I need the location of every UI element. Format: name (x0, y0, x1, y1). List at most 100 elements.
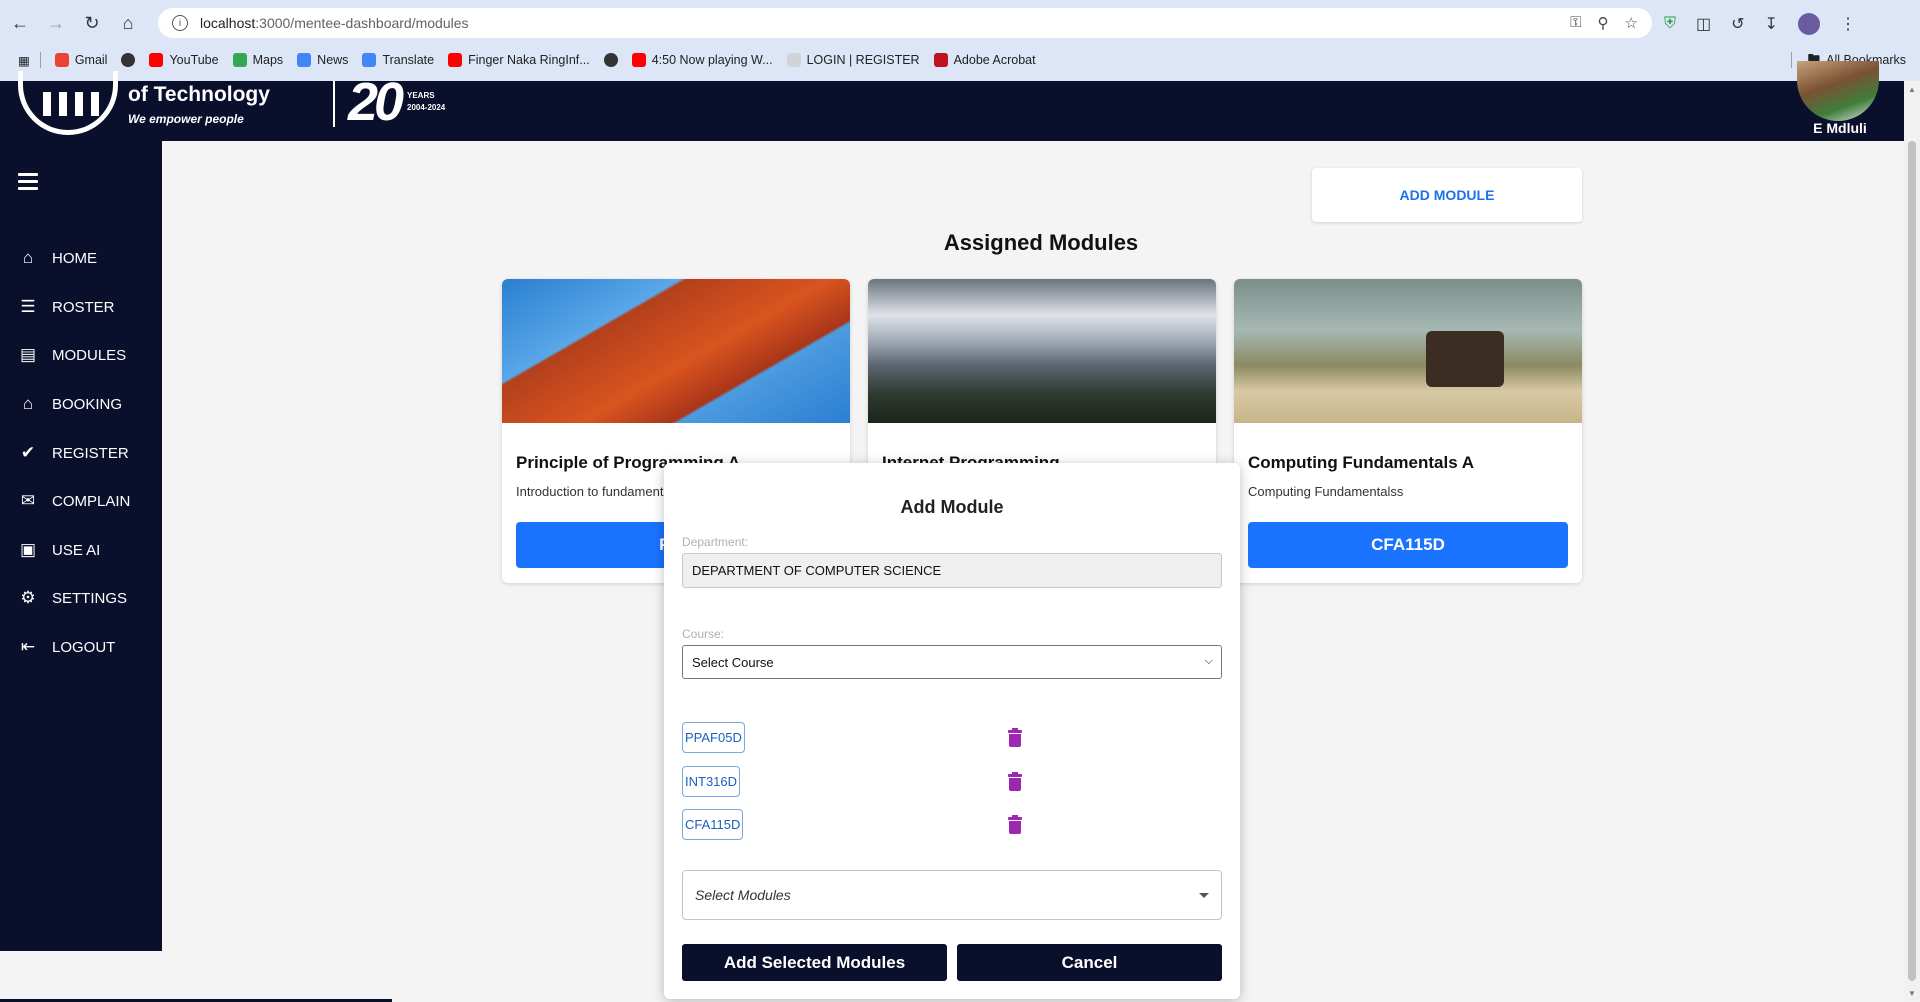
bookmark-separator (39, 52, 41, 68)
history-icon[interactable]: ↺ (1731, 14, 1744, 34)
module-title: Computing Fundamentals A (1248, 453, 1475, 472)
module-image (1234, 279, 1582, 423)
globe-icon (121, 53, 136, 67)
dialog-title: Add Module (900, 497, 1004, 517)
url-path: :3000/mentee-dashboard/modules (255, 15, 469, 31)
robot-icon: ▣ (19, 540, 37, 559)
trash-icon[interactable] (1008, 728, 1022, 747)
anniversary-years: YEARS 2004-2024 (407, 91, 446, 112)
anniversary-number: 20 (348, 72, 404, 132)
profile-avatar[interactable] (1797, 13, 1820, 35)
home-icon: ⌂ (22, 394, 34, 413)
trash-icon[interactable] (1008, 815, 1022, 834)
bookmark-check-icon: ✔ (20, 443, 36, 462)
zoom-icon[interactable]: ⚲ (1598, 14, 1609, 32)
add-selected-modules-button[interactable]: Add Selected Modules (682, 944, 947, 981)
sidebar-item-roster[interactable]: ☰ ROSTER (18, 297, 114, 317)
apps-grid-icon[interactable]: ▦ (18, 53, 30, 68)
module-image (868, 279, 1216, 423)
page-title: Assigned Modules (943, 230, 1139, 255)
message-alert-icon: ✉ (20, 491, 36, 510)
cancel-button[interactable]: Cancel (957, 944, 1222, 981)
trash-icon[interactable] (1008, 772, 1022, 791)
logo-title: of Technology (128, 83, 270, 106)
bookmark-maps[interactable]: Maps (232, 53, 283, 67)
bookmark-translate[interactable]: Translate (362, 53, 434, 67)
module-code-button[interactable]: CFA115D (1248, 522, 1568, 568)
site-info-icon[interactable]: i (172, 15, 188, 31)
logout-icon: ⇤ (20, 637, 36, 656)
department-label: Department: (682, 535, 749, 549)
hamburger-menu-icon[interactable] (18, 173, 38, 194)
module-description: Computing Fundamentalss (1248, 484, 1404, 499)
selected-module-chip[interactable]: CFA115D (682, 809, 744, 840)
logo-divider (333, 81, 335, 127)
youtube-icon (631, 53, 646, 67)
star-icon[interactable]: ☆ (1625, 14, 1638, 32)
reload-icon[interactable]: ↻ (76, 7, 108, 39)
selected-module-chip[interactable]: INT316D (682, 766, 741, 797)
module-card[interactable]: Computing Fundamentals A Computing Funda… (1234, 279, 1582, 583)
bookmark-login-register[interactable]: LOGIN | REGISTER (786, 53, 920, 67)
home-browser-icon[interactable]: ⌂ (112, 7, 144, 39)
scrollbar-thumb[interactable] (1908, 141, 1916, 981)
bookmark-now-playing[interactable]: 4:50 Now playing W... (631, 53, 773, 67)
back-icon[interactable]: ← (4, 7, 36, 39)
forward-icon[interactable]: → (40, 7, 72, 39)
bookmark-gmail[interactable]: Gmail (54, 53, 107, 67)
user-name: E Mdluli (1813, 120, 1867, 136)
bookmark-globe-2[interactable] (603, 53, 618, 67)
sidebar-item-modules[interactable]: ▤ MODULES (18, 345, 126, 365)
sidebar-item-complain[interactable]: ✉ COMPLAIN (18, 491, 130, 511)
menu-kebab-icon[interactable]: ⋮ (1840, 14, 1856, 34)
scroll-down-arrow-icon[interactable]: ▼ (1908, 989, 1916, 998)
sidebar: ⌂ HOME ☰ ROSTER ▤ MODULES ⌂ BOOKING ✔ RE… (0, 141, 162, 951)
download-icon[interactable]: ↧ (1765, 14, 1778, 34)
sidebar-item-register[interactable]: ✔ REGISTER (18, 443, 129, 463)
home-icon: ⌂ (22, 248, 34, 267)
address-bar[interactable]: i localhost:3000/mentee-dashboard/module… (158, 8, 1652, 38)
globe-icon (603, 53, 618, 67)
logo-tagline: We empower people (128, 112, 244, 126)
app-header: of Technology We empower people 20 YEARS… (0, 61, 1904, 141)
news-icon (297, 53, 312, 67)
bookmark-finger-naka[interactable]: Finger Naka RingInf... (448, 53, 590, 67)
dropdown-arrow-icon (1199, 893, 1209, 898)
sidebar-item-booking[interactable]: ⌂ BOOKING (18, 394, 122, 414)
shield-extension-icon[interactable]: ⛨ (1664, 15, 1676, 33)
url-host: localhost (200, 15, 256, 31)
course-select[interactable]: Select Course ⌵ (682, 645, 1222, 679)
list-icon: ☰ (20, 297, 36, 316)
translate-icon (362, 53, 377, 67)
selected-module-chip[interactable]: PPAF05D (682, 722, 745, 753)
add-module-button[interactable]: ADD MODULE (1312, 168, 1582, 222)
add-module-dialog: Add Module Department: DEPARTMENT OF COM… (664, 463, 1240, 999)
tv-image-detail (1426, 331, 1504, 387)
sidebar-item-use-ai[interactable]: ▣ USE AI (18, 540, 100, 560)
user-avatar[interactable] (1797, 61, 1879, 121)
module-description: Introduction to fundamenta (516, 484, 671, 499)
page-scrollbar[interactable]: ▲ ▼ (1904, 81, 1920, 1002)
page-icon (786, 53, 801, 67)
extensions-puzzle-icon[interactable]: ◫ (1696, 14, 1711, 34)
bookmark-globe[interactable] (121, 53, 136, 67)
password-key-icon[interactable]: ⚿ (1570, 14, 1581, 32)
module-image (502, 279, 850, 423)
bookmark-adobe-acrobat[interactable]: Adobe Acrobat (933, 53, 1036, 67)
acrobat-icon (933, 53, 948, 67)
chevron-down-icon: ⌵ (1204, 655, 1213, 667)
sidebar-item-home[interactable]: ⌂ HOME (18, 248, 97, 268)
browser-chrome: ← → ↻ ⌂ i localhost:3000/mentee-dashboar… (0, 0, 1920, 81)
bookmark-news[interactable]: News (297, 53, 348, 67)
department-field[interactable]: DEPARTMENT OF COMPUTER SCIENCE (682, 553, 1222, 588)
gear-icon: ⚙ (20, 588, 36, 607)
gmail-icon (54, 53, 69, 67)
bookmarks-bar: ▦ Gmail YouTube Maps News Translate Fing… (0, 48, 1920, 72)
bookmark-separator (1790, 52, 1792, 68)
sidebar-item-settings[interactable]: ⚙ SETTINGS (18, 588, 127, 608)
scroll-up-arrow-icon[interactable]: ▲ (1908, 85, 1916, 94)
book-icon: ▤ (19, 345, 37, 364)
sidebar-item-logout[interactable]: ⇤ LOGOUT (18, 637, 115, 657)
bookmark-youtube[interactable]: YouTube (149, 53, 219, 67)
modules-multiselect[interactable]: Select Modules (682, 870, 1222, 920)
